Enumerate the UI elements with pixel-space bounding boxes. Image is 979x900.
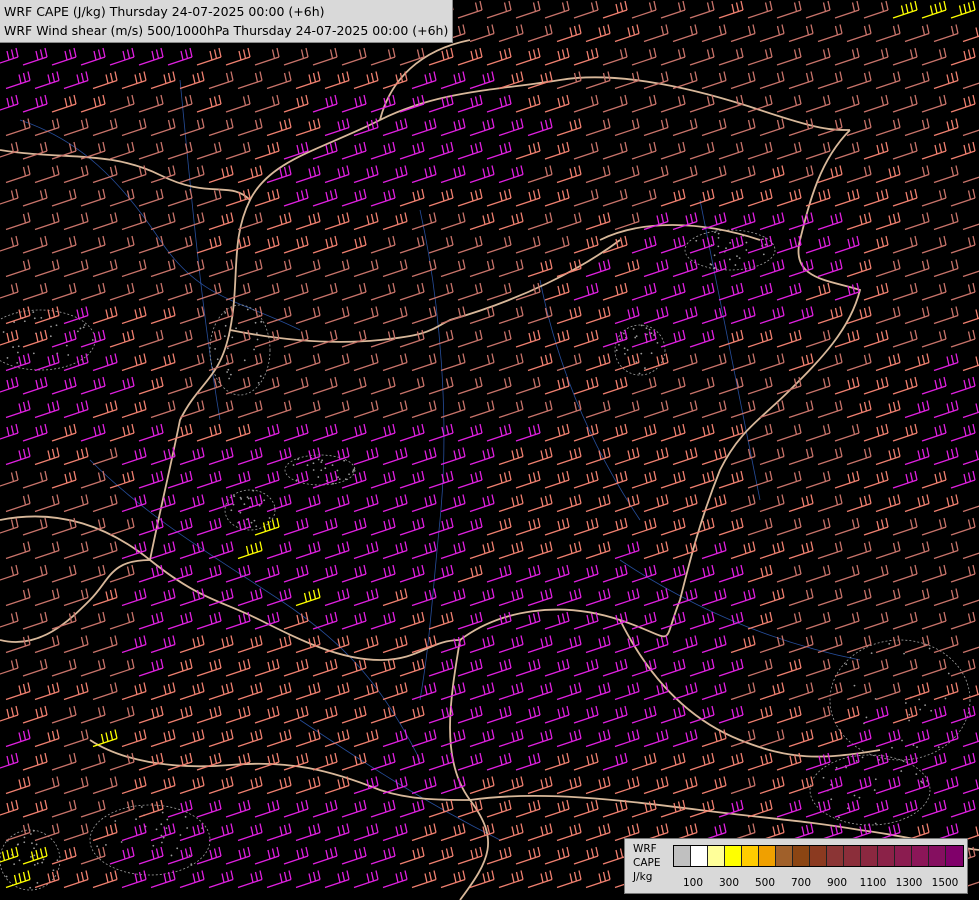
legend-label-cape: CAPE xyxy=(633,857,661,869)
legend-tick-label: 100 xyxy=(682,877,704,889)
legend-swatch xyxy=(793,846,810,866)
legend-tick-label: 1100 xyxy=(859,877,887,889)
legend-swatch xyxy=(810,846,827,866)
legend-tick-label: 500 xyxy=(754,877,776,889)
map-canvas xyxy=(0,0,979,900)
legend-swatch xyxy=(946,846,963,866)
legend-tick-label: 1300 xyxy=(895,877,923,889)
legend-swatch xyxy=(725,846,742,866)
legend-swatch xyxy=(912,846,929,866)
legend-swatch xyxy=(861,846,878,866)
legend-swatch xyxy=(708,846,725,866)
legend-swatch xyxy=(895,846,912,866)
legend-swatch xyxy=(691,846,708,866)
legend-swatch xyxy=(742,846,759,866)
cape-legend: WRF CAPE J/kg 100 300 500 700 900 1100 1300 150… xyxy=(624,838,968,894)
map-title-box: WRF CAPE (J/kg) Thursday 24-07-2025 00:0… xyxy=(0,0,454,43)
legend-tick-label: 1500 xyxy=(931,877,959,889)
legend-swatch xyxy=(674,846,691,866)
legend-tick-label: 900 xyxy=(826,877,848,889)
legend-swatch xyxy=(776,846,793,866)
legend-label-unit: J/kg xyxy=(633,871,653,883)
legend-swatch xyxy=(878,846,895,866)
legend-swatch xyxy=(759,846,776,866)
wind-shear-title: WRF Wind shear (m/s) 500/1000hPa Thursda… xyxy=(4,23,449,38)
cape-title: WRF CAPE (J/kg) Thursday 24-07-2025 00:0… xyxy=(4,4,325,19)
legend-color-scale xyxy=(673,845,964,867)
legend-swatch xyxy=(827,846,844,866)
legend-swatch xyxy=(844,846,861,866)
legend-tick-label: 700 xyxy=(790,877,812,889)
legend-label-model: WRF xyxy=(633,843,657,855)
legend-tick-label: 300 xyxy=(718,877,740,889)
legend-swatch xyxy=(929,846,946,866)
